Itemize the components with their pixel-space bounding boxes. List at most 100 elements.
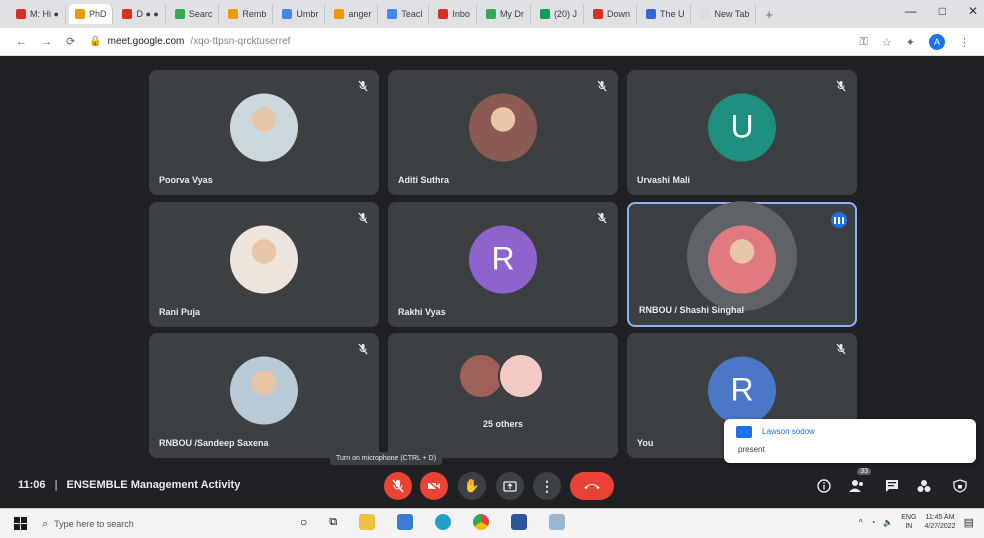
meeting-control-bar: 11:06 | ENSEMBLE Management Activity ✋ ⋮… [0, 464, 984, 508]
browser-tab[interactable]: Down [587, 4, 637, 24]
participant-name: You [637, 438, 654, 448]
chat-toast[interactable]: Lawson sodow present [724, 419, 976, 463]
profile-avatar[interactable]: A [929, 34, 945, 50]
tab-favicon-icon [438, 9, 449, 19]
toast-message: present [738, 445, 765, 454]
chrome-icon[interactable] [473, 514, 490, 530]
mic-toggle-button[interactable] [384, 472, 412, 500]
present-screen-button[interactable] [496, 472, 524, 500]
tab-label: My Dr [499, 9, 524, 19]
participant-name: Aditi Suthra [398, 175, 449, 185]
windows-start-icon[interactable] [14, 517, 27, 530]
tab-favicon-icon [700, 9, 711, 19]
windows-taskbar: ⌕ Type here to search ○ ⧉ ^ ◔ 🔈 ENG IN 1… [0, 508, 984, 538]
browser-tab[interactable]: New Tab [694, 4, 757, 24]
url-host: meet.google.com [107, 36, 185, 47]
participant-tile[interactable]: U Urvashi Mali [627, 70, 857, 195]
task-view-icon[interactable]: ⧉ [329, 516, 337, 529]
participant-tile[interactable]: Rani Puja [149, 202, 379, 327]
cortana-icon[interactable]: ○ [300, 515, 307, 529]
participant-count-badge: 33 [857, 468, 871, 475]
host-controls-button[interactable] [950, 476, 970, 496]
key-icon[interactable]: ⚿ [860, 36, 868, 49]
chat-button[interactable] [882, 476, 902, 496]
participant-tile[interactable]: 25 others [388, 333, 618, 458]
network-icon[interactable]: ◔ [870, 518, 875, 527]
meeting-details-button[interactable] [814, 476, 834, 496]
browser-tab[interactable]: Remb [222, 4, 274, 24]
clock-time: 11:45 AM [925, 514, 955, 521]
notification-icon[interactable]: ▤ [964, 516, 974, 529]
participant-tile[interactable]: Poorva Vyas [149, 70, 379, 195]
more-options-button[interactable]: ⋮ [533, 472, 561, 500]
taskbar-search-box[interactable]: ⌕ Type here to search [42, 513, 292, 535]
system-tray: ^ ◔ 🔈 ENG IN 11:45 AM 4/27/2022 ▤ [859, 513, 974, 531]
browser-tab[interactable]: Searc [169, 4, 220, 24]
leave-call-button[interactable] [570, 472, 614, 500]
shield-lock-icon [953, 479, 967, 493]
store-icon[interactable] [397, 514, 414, 530]
participant-photo-avatar [230, 93, 298, 162]
tab-label: The U [659, 9, 685, 19]
participant-initial-avatar: U [708, 93, 776, 162]
participant-name: Rakhi Vyas [398, 307, 446, 317]
maximize-button[interactable]: □ [939, 4, 946, 18]
new-tab-button[interactable]: + [765, 7, 773, 22]
tab-favicon-icon [387, 9, 398, 19]
tray-chevron-icon[interactable]: ^ [859, 518, 863, 527]
tab-label: Down [606, 9, 630, 19]
bookmark-star-icon[interactable]: ☆ [882, 36, 892, 49]
tab-favicon-icon [122, 9, 133, 19]
participant-tile[interactable]: RNBOU / Shashi Singhal [627, 200, 857, 327]
browser-tab[interactable]: (20) J [534, 4, 584, 24]
tab-label: Teacl [401, 9, 423, 19]
browser-tab[interactable]: D ● ● [116, 4, 166, 24]
word-icon[interactable] [511, 514, 528, 530]
forward-icon[interactable]: → [41, 36, 52, 48]
others-count-label: 25 others [482, 419, 524, 429]
browser-tab[interactable]: M: Hi ● [10, 4, 66, 24]
browser-tab[interactable]: Inbo [432, 4, 477, 24]
back-icon[interactable]: ← [16, 36, 27, 48]
raise-hand-button[interactable]: ✋ [458, 472, 486, 500]
app-icon[interactable] [549, 514, 566, 530]
browser-tab[interactable]: The U [640, 4, 692, 24]
volume-icon[interactable]: 🔈 [883, 518, 893, 527]
browser-tab[interactable]: Teacl [381, 4, 430, 24]
tab-label: Umbr [296, 9, 319, 19]
camera-toggle-button[interactable] [420, 472, 448, 500]
edge-icon[interactable] [435, 514, 452, 530]
participant-tile[interactable]: RNBOU /Sandeep Saxena [149, 333, 379, 458]
browser-tab-strip: M: Hi ● PhD D ● ● Searc Remb Umbr anger Teacl In… [0, 0, 984, 28]
kebab-menu-icon[interactable]: ⋮ [959, 36, 970, 49]
system-clock[interactable]: 11:45 AM 4/27/2022 [924, 513, 955, 531]
tab-label: M: Hi ● [30, 9, 59, 19]
language-indicator[interactable]: ENG IN [901, 513, 916, 531]
lock-icon: 🔒 [89, 36, 102, 47]
toast-sender: Lawson sodow [762, 427, 815, 436]
tab-label: Searc [188, 9, 213, 19]
activities-button[interactable] [914, 476, 934, 496]
tab-favicon-icon [334, 9, 345, 19]
tab-favicon-icon [282, 9, 293, 19]
url-field[interactable]: 🔒 meet.google.com/xqo-ttpsn-qrcktuserref [89, 36, 290, 47]
tab-favicon-icon [645, 9, 656, 19]
url-path: /xqo-ttpsn-qrcktuserref [190, 36, 291, 47]
file-explorer-icon[interactable] [359, 514, 376, 530]
reload-icon[interactable]: ⟳ [66, 35, 75, 48]
tab-label: PhD [88, 9, 107, 19]
close-window-button[interactable]: ✕ [968, 4, 978, 18]
people-button[interactable]: 33 [847, 468, 871, 496]
browser-tab[interactable]: My Dr [480, 4, 531, 24]
browser-tab[interactable]: PhD [68, 4, 114, 24]
extensions-icon[interactable]: ✦ [906, 36, 915, 49]
participant-tile[interactable]: R Rakhi Vyas [388, 202, 618, 327]
browser-tab[interactable]: Umbr [276, 4, 326, 24]
participant-name: RNBOU / Shashi Singhal [639, 305, 745, 315]
minimize-button[interactable]: — [905, 4, 917, 18]
present-icon [503, 480, 517, 492]
browser-tab[interactable]: anger [328, 4, 379, 24]
participant-tile[interactable]: Aditi Suthra [388, 70, 618, 195]
people-icon [849, 480, 863, 492]
participant-photo-avatar [230, 356, 298, 425]
